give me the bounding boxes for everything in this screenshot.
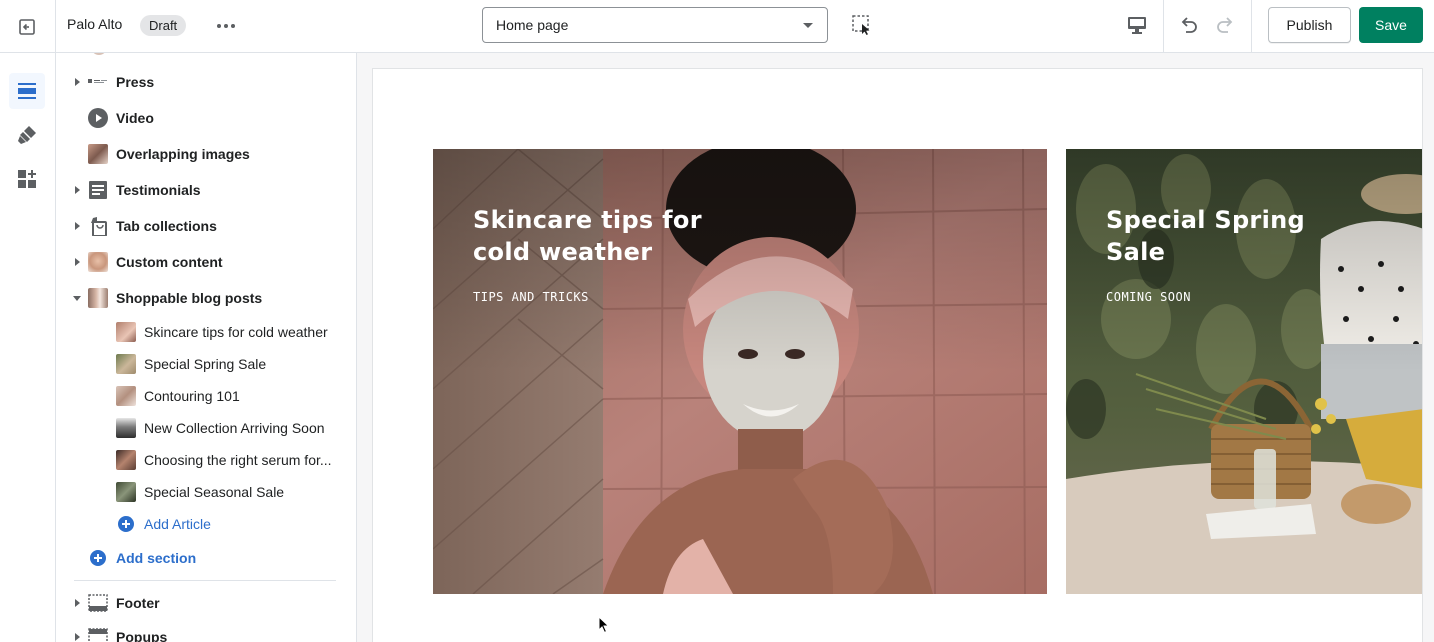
status-badge: Draft — [140, 15, 187, 36]
blog-post-label: Special Seasonal Sale — [144, 484, 285, 500]
section-video[interactable]: Video — [56, 102, 356, 134]
section-label: Custom content — [116, 254, 223, 270]
blog-post-item[interactable]: Choosing the right serum for... — [56, 444, 356, 476]
theme-name: Palo Alto — [67, 16, 123, 32]
caret-right-icon — [75, 78, 80, 86]
section-label: Shoppable blog posts — [116, 290, 263, 306]
blog-post-title: Special Spring Sale — [1106, 206, 1305, 266]
image-thumbnail — [88, 288, 108, 308]
add-circle-icon — [118, 516, 134, 532]
section-footer[interactable]: Footer — [56, 587, 356, 619]
post-thumbnail — [116, 386, 136, 406]
inspector-button[interactable] — [850, 13, 874, 37]
post-thumbnail — [116, 418, 136, 438]
apps-tab[interactable] — [9, 161, 45, 197]
section-tab-collections[interactable]: Tab collections — [56, 210, 356, 242]
exit-icon — [19, 19, 35, 35]
sections-layout-icon — [18, 83, 36, 99]
post-thumbnail — [116, 354, 136, 374]
blog-post-item[interactable]: Special Seasonal Sale — [56, 476, 356, 508]
press-logo-icon — [88, 72, 108, 92]
add-section-button[interactable]: Add section — [90, 550, 196, 566]
footer-layout-icon — [88, 593, 108, 613]
play-icon — [88, 108, 108, 128]
blog-post-title: Skincare tips for cold weather — [473, 206, 702, 266]
blog-post-label: Skincare tips for cold weather — [144, 324, 328, 340]
add-section-label: Add section — [116, 550, 197, 566]
undo-icon — [1181, 17, 1197, 33]
post-thumbnail — [116, 322, 136, 342]
section-label: Tab collections — [116, 218, 217, 234]
more-horizontal-icon — [217, 24, 235, 28]
caret-right-icon — [75, 258, 80, 266]
blog-post-item[interactable]: Skincare tips for cold weather — [56, 316, 356, 348]
page-select-value: Home page — [496, 17, 569, 33]
caret-right-icon — [75, 222, 80, 230]
apps-grid-icon — [18, 170, 36, 188]
sidebar-divider — [74, 580, 336, 581]
exit-editor-button[interactable] — [12, 12, 42, 42]
blog-post-card[interactable]: Skincare tips for cold weather TIPS AND … — [433, 149, 1047, 594]
section-overlapping-images[interactable]: Overlapping images — [56, 138, 356, 170]
icon-rail — [0, 53, 56, 642]
sections-sidebar: Press Video Overlapping images Testimoni… — [56, 53, 357, 642]
blog-post-tag: COMING SOON — [1106, 290, 1191, 304]
image-thumbnail — [88, 252, 108, 272]
more-actions-button[interactable] — [212, 12, 240, 40]
blog-post-label: New Collection Arriving Soon — [144, 420, 325, 436]
shopping-bag-icon — [88, 216, 108, 236]
post-thumbnail — [116, 450, 136, 470]
topbar-divider — [1251, 0, 1252, 53]
section-popups[interactable]: Popups — [56, 621, 356, 642]
section-press[interactable]: Press — [56, 66, 356, 98]
add-article-label: Add Article — [144, 516, 211, 532]
desktop-view-button[interactable] — [1125, 13, 1149, 37]
section-custom-content[interactable]: Custom content — [56, 246, 356, 278]
save-button[interactable]: Save — [1359, 7, 1423, 43]
sections-tab[interactable] — [9, 73, 45, 109]
caret-right-icon — [75, 186, 80, 194]
undo-button[interactable] — [1177, 13, 1201, 37]
post-thumbnail — [116, 482, 136, 502]
blog-post-card[interactable]: Special Spring Sale COMING SOON — [1066, 149, 1422, 594]
theme-settings-tab[interactable] — [9, 117, 45, 153]
section-testimonials[interactable]: Testimonials — [56, 174, 356, 206]
blog-post-item[interactable]: Special Spring Sale — [56, 348, 356, 380]
section-label: Press — [116, 74, 155, 90]
paintbrush-icon — [18, 126, 36, 144]
page-select[interactable]: Home page — [482, 7, 828, 43]
mouse-cursor-icon — [598, 616, 610, 634]
blog-post-label: Contouring 101 — [144, 388, 240, 404]
blog-post-item[interactable]: New Collection Arriving Soon — [56, 412, 356, 444]
redo-button[interactable] — [1213, 13, 1237, 37]
image-thumbnail — [88, 144, 108, 164]
section-label: Overlapping images — [116, 146, 250, 162]
select-cursor-icon — [852, 15, 870, 35]
redo-icon — [1217, 17, 1233, 33]
blog-post-label: Choosing the right serum for... — [144, 452, 332, 468]
topbar-divider — [55, 0, 56, 53]
section-label: Video — [116, 110, 154, 126]
add-circle-icon — [90, 550, 106, 566]
section-shoppable-blog-posts[interactable]: Shoppable blog posts — [56, 282, 356, 314]
caret-right-icon — [75, 599, 80, 607]
topbar-divider — [1163, 0, 1164, 53]
section-label: Footer — [116, 595, 160, 611]
chevron-down-icon — [803, 23, 813, 28]
footer-layout-icon — [88, 627, 108, 642]
blog-post-label: Special Spring Sale — [144, 356, 267, 372]
storefront-preview: Skincare tips for cold weather TIPS AND … — [372, 68, 1423, 642]
caret-right-icon — [75, 633, 80, 641]
section-label: Testimonials — [116, 182, 201, 198]
blog-post-tag: TIPS AND TRICKS — [473, 290, 589, 304]
partial-thumbnail — [91, 53, 107, 55]
blog-post-item[interactable]: Contouring 101 — [56, 380, 356, 412]
publish-button[interactable]: Publish — [1268, 7, 1351, 43]
top-bar: Palo Alto Draft Home page Publish Save — [0, 0, 1434, 53]
document-lines-icon — [88, 180, 108, 200]
add-article-button[interactable]: Add Article — [118, 516, 211, 532]
section-label: Popups — [116, 629, 168, 642]
desktop-icon — [1128, 17, 1146, 34]
caret-down-icon — [73, 295, 81, 301]
